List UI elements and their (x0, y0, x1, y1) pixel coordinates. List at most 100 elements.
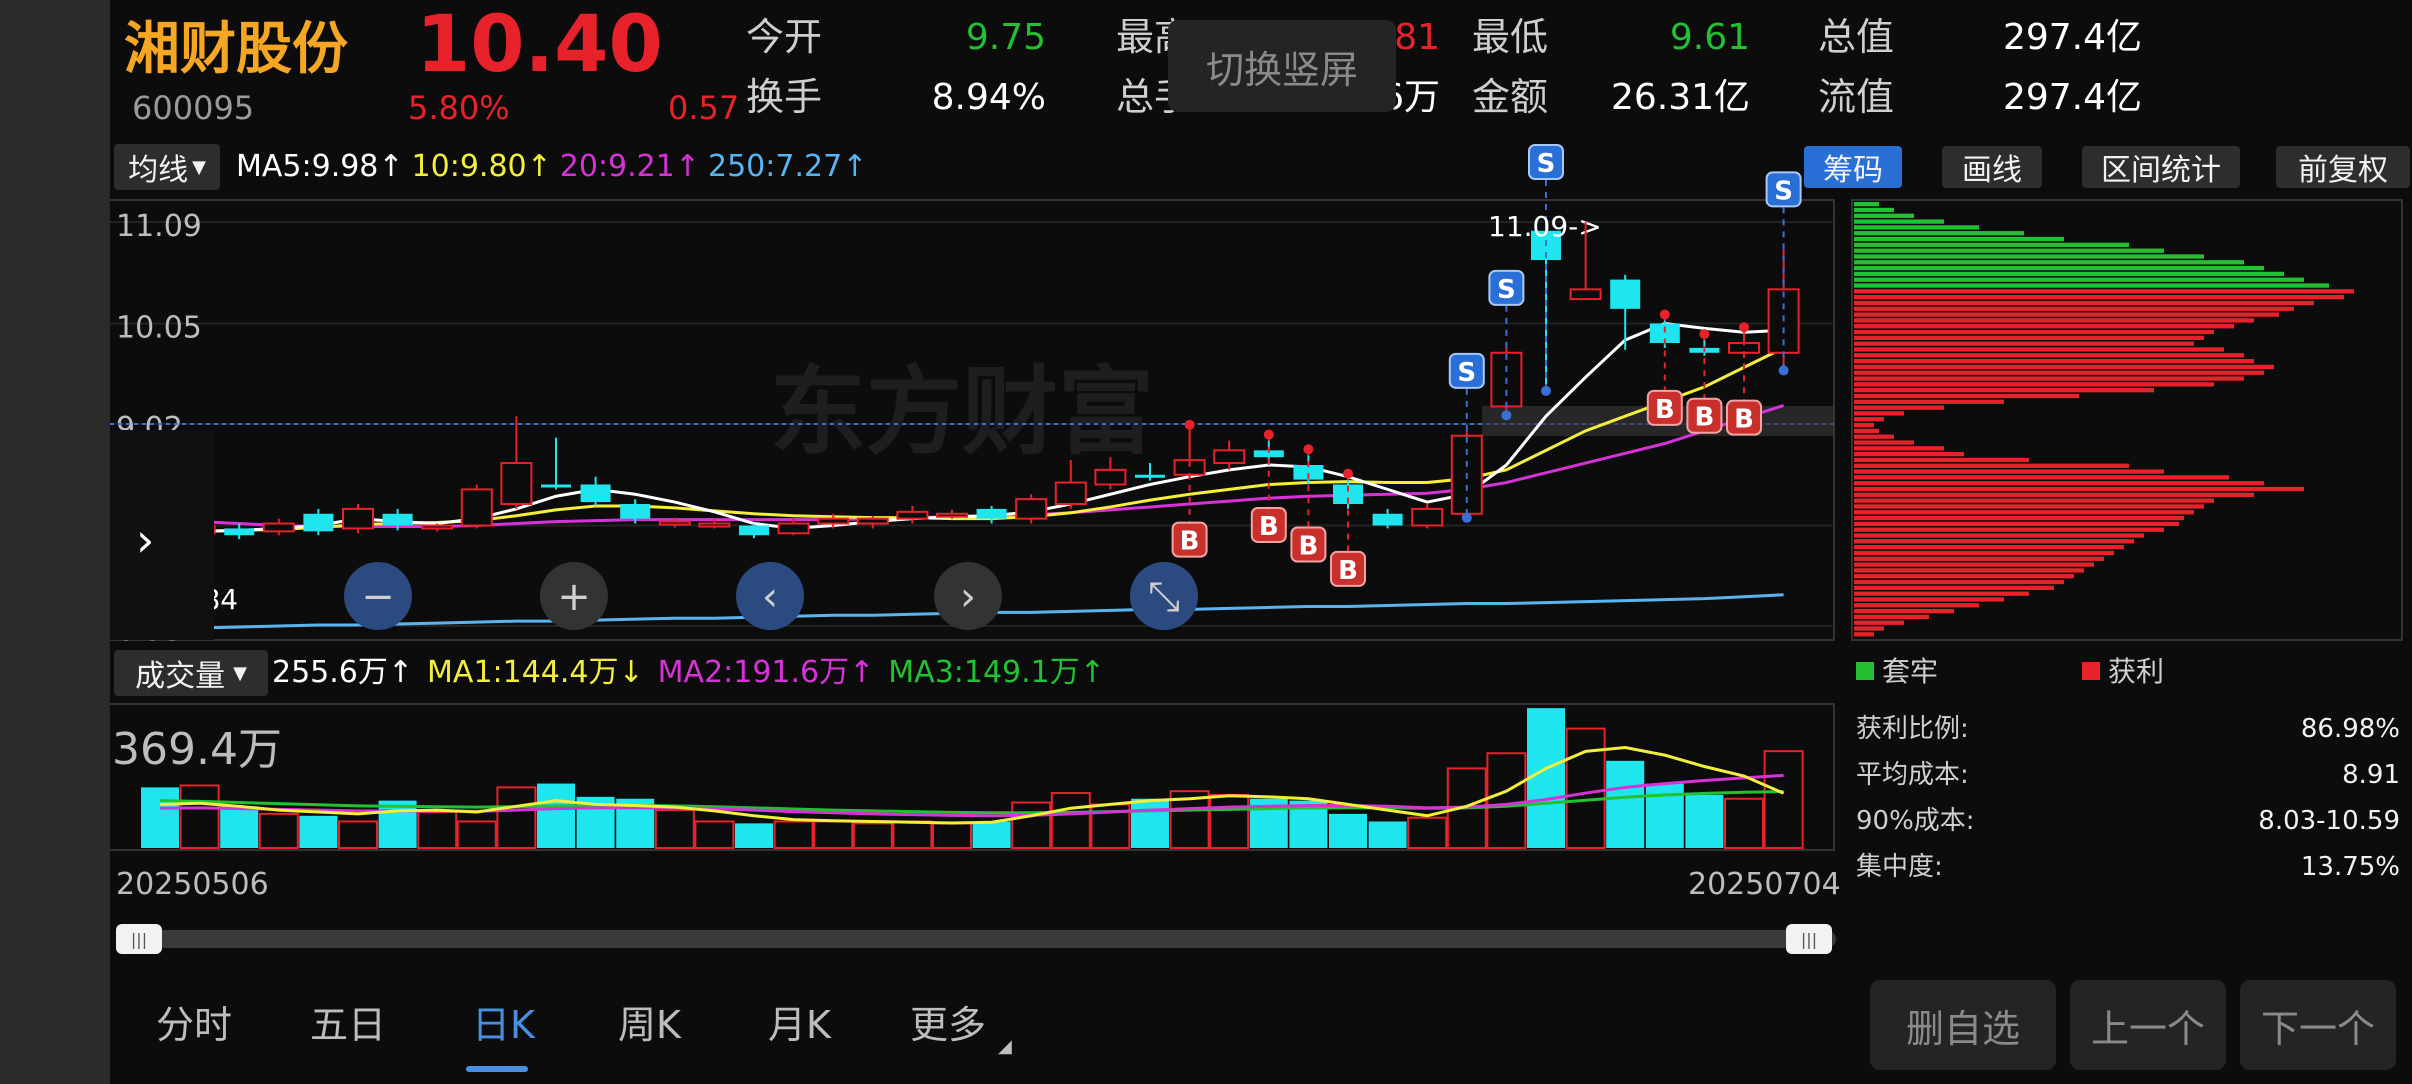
candle[interactable] (936, 509, 968, 519)
chip-bar (1854, 632, 1874, 637)
buy-signal-dot (1699, 329, 1710, 340)
candle[interactable] (303, 508, 334, 536)
candle[interactable] (580, 476, 611, 506)
remove-watchlist-button[interactable]: 删自选 (1870, 980, 2056, 1070)
chip-bar (1854, 254, 2204, 259)
sell-signal-letter: S (1497, 275, 1516, 305)
tab-2[interactable]: 日K (472, 1006, 535, 1044)
volume-bar (496, 786, 537, 850)
y-tick-label: 10.05 (116, 310, 202, 345)
chip-bar (1854, 306, 2294, 311)
candle[interactable] (739, 523, 769, 539)
legend-swatch (1856, 662, 1874, 680)
chip-bar (1854, 219, 1944, 224)
volume-bar (299, 815, 338, 848)
volume-bar (1486, 752, 1527, 850)
candle[interactable] (1213, 440, 1246, 470)
left-expand-area[interactable] (110, 430, 214, 640)
buy-signal-letter: B (1338, 556, 1358, 586)
chip-bar (1854, 515, 2184, 521)
tab-3[interactable]: 周K (618, 1006, 681, 1044)
chip-bar (1854, 614, 1929, 620)
candle[interactable] (342, 504, 374, 534)
chip-stat-label: 平均成本: (1856, 760, 1969, 790)
candle[interactable] (1411, 504, 1444, 529)
volume-bar (456, 820, 497, 850)
previous-stock-button[interactable]: 上一个 (2070, 980, 2226, 1070)
candle-body (1213, 449, 1246, 465)
kline-chart[interactable]: 11.0910.059.027.986.95东方财富<---7.84BBBBSS… (110, 0, 2412, 1084)
chevron-right-icon[interactable]: › (136, 513, 154, 567)
chip-bar (1854, 353, 2244, 358)
candle[interactable] (1372, 508, 1403, 529)
chip-bar (1854, 260, 2244, 265)
chip-bar (1854, 335, 2204, 341)
volume-bar (892, 820, 933, 850)
range-slider-track[interactable] (118, 930, 1836, 948)
tab-1[interactable]: 五日 (310, 1006, 386, 1044)
sell-signal-dot (1541, 385, 1551, 396)
date-start: 20250506 (116, 867, 269, 902)
chip-bar (1854, 318, 2254, 323)
volume-bar (1685, 794, 1724, 848)
chip-bar (1854, 481, 2264, 486)
candle-body (1411, 507, 1444, 527)
chip-bar (1854, 405, 1944, 410)
buy-signal-dot (1659, 309, 1670, 320)
candle[interactable] (460, 484, 493, 529)
buy-signal-letter: B (1180, 527, 1200, 557)
candle-body (421, 524, 454, 530)
next-stock-button[interactable]: 下一个 (2240, 980, 2396, 1070)
chip-bar (1854, 376, 2244, 381)
candle[interactable] (1015, 494, 1048, 524)
tab-0[interactable]: 分时 (156, 1006, 232, 1044)
candle-body (1054, 481, 1087, 506)
volume-bar (1329, 813, 1367, 848)
candle-body (1094, 468, 1127, 486)
volume-bar (338, 820, 378, 850)
volume-selector[interactable]: 成交量 ▼ (114, 650, 268, 696)
candle-body (658, 520, 691, 526)
legend-label: 套牢 (1882, 655, 1939, 688)
chip-bar (1854, 300, 2314, 306)
candle[interactable] (1293, 455, 1324, 485)
chip-bar (1854, 626, 1884, 631)
volume-bar (258, 812, 299, 849)
chip-bar (1854, 550, 2114, 556)
candle[interactable] (1610, 274, 1641, 350)
volume-bar (1407, 816, 1448, 849)
chip-bar (1854, 213, 1914, 218)
buy-signal-dot (1303, 444, 1314, 455)
chip-bar (1854, 556, 2104, 561)
chip-bar (1854, 422, 1874, 428)
tab-4[interactable]: 月K (768, 1006, 831, 1044)
candle-body (580, 484, 611, 503)
candle[interactable] (500, 416, 533, 509)
candle-body (739, 525, 769, 536)
range-slider-right-handle[interactable]: ||| (1786, 924, 1832, 954)
chip-bar (1854, 295, 2344, 300)
chip-bar (1854, 382, 2214, 387)
candle[interactable] (1333, 479, 1363, 509)
candle[interactable] (541, 437, 571, 490)
range-slider-left-handle[interactable]: ||| (116, 924, 162, 954)
candle-body (500, 462, 533, 506)
chip-stat-value: 8.91 (2342, 760, 2400, 790)
chip-bar (1854, 271, 2284, 277)
date-end: 20250704 (1688, 867, 1841, 902)
chip-bar (1854, 533, 2144, 538)
chip-bar (1854, 364, 2274, 370)
chip-bar (1854, 475, 2229, 480)
chip-bar (1854, 574, 2074, 579)
candle[interactable] (262, 518, 295, 536)
volume-bar (972, 821, 1011, 848)
tab-5[interactable]: 更多 (910, 1006, 986, 1044)
candle[interactable] (421, 523, 454, 532)
volume-bar (735, 823, 773, 848)
candle[interactable] (976, 505, 1007, 524)
volume-bar (773, 820, 814, 850)
chip-bar (1854, 457, 2029, 463)
chip-bar (1854, 329, 2214, 335)
buy-signal-letter: B (1298, 532, 1318, 562)
candle[interactable] (777, 518, 810, 536)
